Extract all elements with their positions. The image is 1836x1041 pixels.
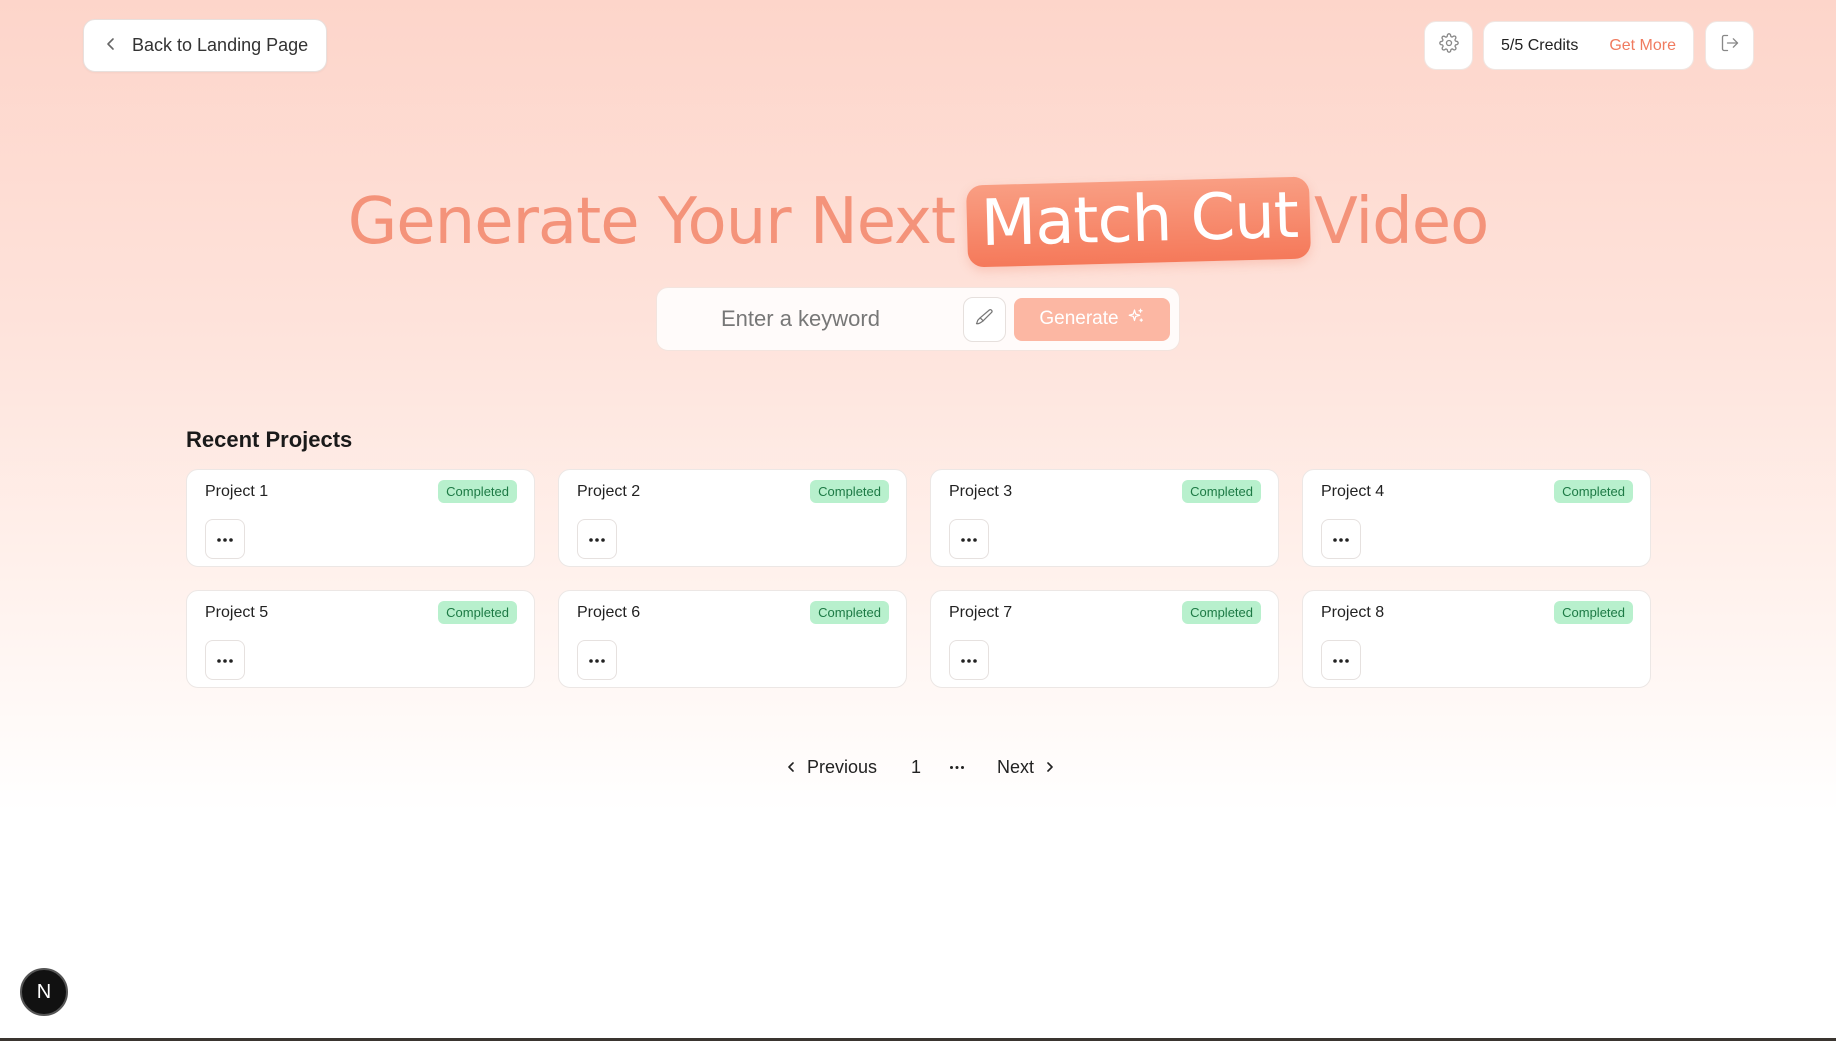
project-name: Project 8 bbox=[1321, 604, 1385, 621]
pagination: Previous 1 Next bbox=[785, 757, 1056, 778]
more-horizontal-icon bbox=[1332, 530, 1350, 548]
get-more-link[interactable]: Get More bbox=[1609, 37, 1676, 55]
project-name: Project 6 bbox=[577, 604, 641, 621]
project-card[interactable]: Project 6 Completed bbox=[558, 590, 907, 688]
project-menu-button[interactable] bbox=[577, 519, 617, 559]
project-menu-button[interactable] bbox=[1321, 640, 1361, 680]
generate-button-label: Generate bbox=[1039, 308, 1119, 329]
more-horizontal-icon bbox=[1332, 651, 1350, 669]
hero-prefix: Generate Your Next bbox=[347, 185, 956, 259]
projects-grid: Project 1 Completed Project 2 Completed … bbox=[186, 469, 1651, 688]
chevron-right-icon bbox=[1044, 757, 1056, 778]
project-menu-button[interactable] bbox=[949, 519, 989, 559]
settings-button[interactable] bbox=[1424, 21, 1473, 70]
next-label: Next bbox=[997, 757, 1035, 777]
sparkle-icon bbox=[1127, 307, 1145, 331]
project-name: Project 3 bbox=[949, 483, 1013, 500]
keyword-input[interactable] bbox=[721, 306, 947, 332]
status-badge: Completed bbox=[1182, 480, 1261, 503]
project-name: Project 2 bbox=[577, 483, 641, 500]
generate-button[interactable]: Generate bbox=[1013, 297, 1170, 341]
project-menu-button[interactable] bbox=[577, 640, 617, 680]
logout-button[interactable] bbox=[1705, 21, 1754, 70]
page-number[interactable]: 1 bbox=[911, 757, 921, 778]
status-badge: Completed bbox=[438, 480, 517, 503]
status-badge: Completed bbox=[810, 601, 889, 624]
status-badge: Completed bbox=[1182, 601, 1261, 624]
project-card[interactable]: Project 1 Completed bbox=[186, 469, 535, 567]
project-name: Project 7 bbox=[949, 604, 1013, 621]
more-horizontal-icon bbox=[588, 651, 606, 669]
more-horizontal-icon bbox=[216, 651, 234, 669]
project-menu-button[interactable] bbox=[205, 640, 245, 680]
recent-projects-title: Recent Projects bbox=[186, 427, 353, 452]
more-horizontal-icon bbox=[960, 651, 978, 669]
status-badge: Completed bbox=[810, 480, 889, 503]
hero-suffix: Video bbox=[1313, 185, 1489, 259]
back-button-label: Back to Landing Page bbox=[132, 35, 309, 55]
gear-icon bbox=[1438, 33, 1459, 58]
project-card[interactable]: Project 4 Completed bbox=[1302, 469, 1651, 567]
project-menu-button[interactable] bbox=[205, 519, 245, 559]
chevron-left-icon bbox=[104, 35, 118, 56]
hero-heading: Generate Your Next Match Cut Video bbox=[0, 172, 1836, 272]
keyword-search-bar: Generate bbox=[656, 287, 1180, 351]
project-card[interactable]: Project 5 Completed bbox=[186, 590, 535, 688]
project-name: Project 5 bbox=[205, 604, 269, 621]
credits-count: 5/5 Credits bbox=[1501, 36, 1579, 54]
more-pages-ellipsis-icon bbox=[949, 765, 965, 770]
more-horizontal-icon bbox=[588, 530, 606, 548]
logout-icon bbox=[1720, 33, 1740, 58]
project-card[interactable]: Project 8 Completed bbox=[1302, 590, 1651, 688]
project-card[interactable]: Project 3 Completed bbox=[930, 469, 1279, 567]
more-horizontal-icon bbox=[216, 530, 234, 548]
project-card[interactable]: Project 7 Completed bbox=[930, 590, 1279, 688]
chevron-left-icon bbox=[785, 757, 797, 778]
next-page-button[interactable]: Next bbox=[997, 757, 1056, 778]
project-menu-button[interactable] bbox=[949, 640, 989, 680]
project-card[interactable]: Project 2 Completed bbox=[558, 469, 907, 567]
style-brush-button[interactable] bbox=[963, 296, 1006, 342]
project-name: Project 1 bbox=[205, 483, 269, 500]
previous-label: Previous bbox=[807, 757, 878, 777]
hero-highlight: Match Cut bbox=[966, 176, 1311, 268]
project-menu-button[interactable] bbox=[1321, 519, 1361, 559]
dev-tools-badge[interactable]: N bbox=[20, 968, 68, 1016]
status-badge: Completed bbox=[438, 601, 517, 624]
brush-icon bbox=[974, 307, 994, 332]
previous-page-button[interactable]: Previous bbox=[785, 757, 877, 778]
project-name: Project 4 bbox=[1321, 483, 1385, 500]
status-badge: Completed bbox=[1554, 480, 1633, 503]
more-horizontal-icon bbox=[960, 530, 978, 548]
status-badge: Completed bbox=[1554, 601, 1633, 624]
credits-panel: 5/5 Credits Get More bbox=[1483, 21, 1694, 70]
back-to-landing-button[interactable]: Back to Landing Page bbox=[83, 19, 327, 72]
